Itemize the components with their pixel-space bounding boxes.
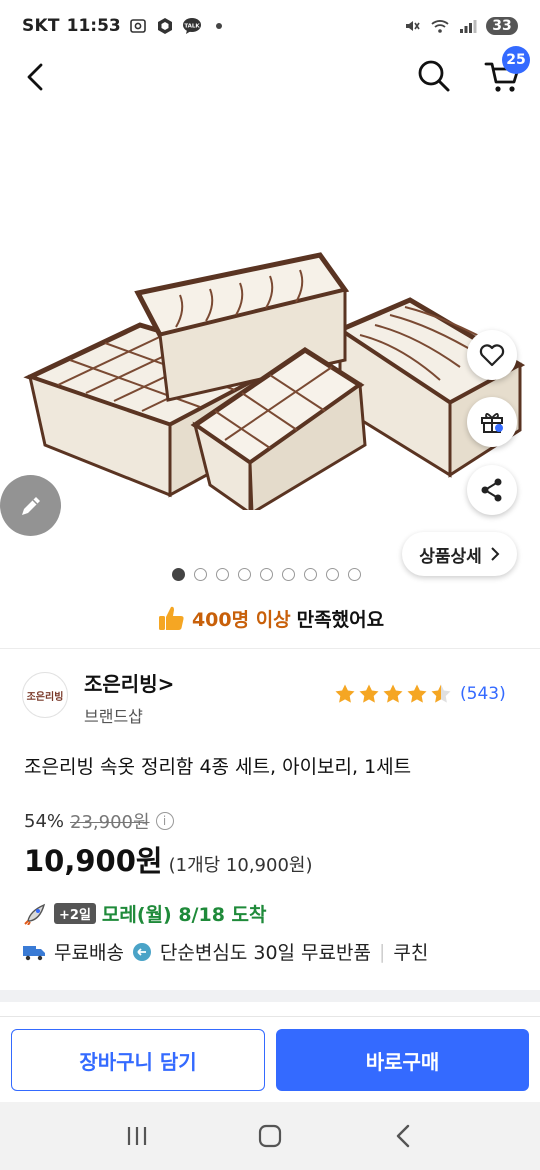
benefit-row: 무료배송 단순변심도 30일 무료반품 | 쿠친 [22,938,428,965]
free-return-label: 단순변심도 30일 무료반품 [159,942,371,964]
gallery-pagination [172,568,361,581]
free-shipping-label: 무료배송 [54,942,124,964]
mute-icon [402,16,422,36]
clock: 11:53 [66,16,121,36]
separator: | [378,940,386,963]
status-right: 33 [402,16,518,36]
search-button[interactable] [414,56,454,96]
product-detail-label: 상품상세 [419,546,482,567]
rating[interactable]: (543) [334,683,506,705]
chevron-right-icon [491,547,500,561]
section-divider [0,990,540,1002]
rocket-icon [24,903,46,925]
recent-apps-icon [127,1127,146,1145]
product-image [23,252,526,510]
back-arrow-icon [27,63,43,91]
price-main: 10,900원 (1개당 10,900원) [24,838,312,880]
talk-icon: TALK [182,16,202,36]
cube-app-icon [155,16,175,36]
info-icon[interactable]: i [155,812,174,830]
satisfaction-count: 400명 이상 [191,608,291,631]
truck-icon [23,945,45,960]
battery-icon: 33 [486,17,518,35]
brand-shop-label: 브랜드샵 [84,707,143,726]
thumbs-up-icon [158,606,184,630]
product-detail-button[interactable]: 상품상세 [402,532,517,576]
sale-price: 10,900원 [24,844,163,878]
delivery-row: +2일 모레(월) 8/18 도착 [24,900,267,927]
buy-now-button[interactable]: 바로구매 [276,1029,529,1091]
bottom-action-bar: 장바구니 담기 바로구매 [0,1016,540,1102]
signal-icon [458,16,478,36]
back-button[interactable] [18,60,52,94]
wishlist-button[interactable] [467,330,517,380]
chevron-left-icon [397,1124,410,1148]
pagination-dot[interactable] [260,568,273,581]
share-icon [481,478,502,502]
cart-count-badge: 25 [502,46,530,74]
home-icon [258,1124,282,1148]
delivery-badge: +2일 [54,903,96,924]
product-title: 조은리빙 속옷 정리함 4종 세트, 아이보리, 1세트 [24,756,412,778]
star-full-icon [359,684,379,703]
heart-icon [479,344,505,367]
edit-floating-button[interactable] [0,475,61,536]
satisfaction-banner: 400명 이상 만족했어요 [0,596,540,640]
add-to-cart-button[interactable]: 장바구니 담기 [11,1029,265,1091]
delivery-date: 모레(월) 8/18 도착 [101,904,267,926]
pencil-icon [21,496,40,515]
star-half-icon [431,684,451,703]
pagination-dot[interactable] [326,568,339,581]
system-back-button[interactable] [383,1116,423,1156]
unit-price: (1개당 10,900원) [168,855,313,876]
return-icon [132,942,151,961]
review-count[interactable]: (543) [460,684,506,704]
pagination-dot[interactable] [348,568,361,581]
pagination-dot[interactable] [282,568,295,581]
status-bar: SKT 11:53 TALK 33 [0,0,540,52]
pagination-dot[interactable] [238,568,251,581]
star-full-icon [335,684,355,703]
divider [0,648,540,649]
status-left: SKT 11:53 TALK [22,16,229,36]
dot-icon [209,16,229,36]
system-navigation-bar [0,1102,540,1170]
gift-button[interactable] [467,397,517,447]
price-meta: 54% 23,900원 i [24,808,174,834]
brand-logo[interactable]: 조은리빙 [22,672,68,718]
pagination-dot[interactable] [216,568,229,581]
recent-apps-button[interactable] [117,1116,157,1156]
search-icon [418,60,450,92]
screenshot-icon [128,16,148,36]
home-button[interactable] [250,1116,290,1156]
pagination-dot[interactable] [172,568,185,581]
pagination-dot[interactable] [304,568,317,581]
svg-text:TALK: TALK [184,24,200,30]
gift-icon [481,413,503,433]
original-price: 23,900원 [70,812,150,833]
carrier-label: SKT [22,16,60,36]
discount-rate: 54% [24,810,65,832]
coupang-friend-label: 쿠친 [393,942,429,964]
satisfaction-text: 만족했어요 [296,608,385,631]
top-nav [0,52,540,104]
wifi-icon [430,16,450,36]
star-rating [334,683,452,705]
pagination-dot[interactable] [194,568,207,581]
brand-name-link[interactable]: 조은리빙> [84,668,174,697]
star-full-icon [407,684,427,703]
star-full-icon [383,684,403,703]
share-button[interactable] [467,465,517,515]
